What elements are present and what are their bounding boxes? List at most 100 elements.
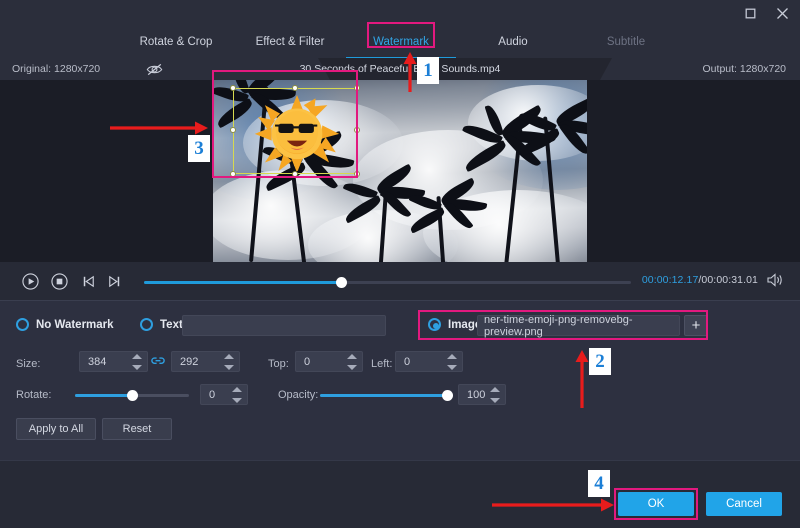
radio-label: No Watermark <box>36 319 114 331</box>
add-image-button[interactable]: + <box>684 315 708 336</box>
tab-label: Effect & Filter <box>256 36 325 48</box>
original-resolution-chip: Original: 1280x720 <box>0 58 330 80</box>
output-resolution-chip: Output: 1280x720 <box>600 58 800 80</box>
cancel-label: Cancel <box>726 498 762 510</box>
next-frame-icon[interactable] <box>106 273 123 290</box>
radio-dot <box>428 318 441 331</box>
close-icon[interactable] <box>772 3 792 23</box>
apply-to-all-button[interactable]: Apply to All <box>16 418 96 440</box>
watermark-image-path-input[interactable]: ner-time-emoji-png-removebg-preview.png <box>477 315 680 336</box>
rotate-slider-fill <box>75 394 132 397</box>
window-controls <box>740 3 792 23</box>
annotation-number-3: 3 <box>188 135 210 162</box>
rotate-label: Rotate: <box>16 389 51 401</box>
tab-watermark[interactable]: Watermark <box>364 26 438 58</box>
top-label: Top: <box>268 358 289 370</box>
top-input[interactable]: 0 <box>295 351 363 372</box>
total-time: 00:00:31.01 <box>701 274 758 286</box>
rotate-slider-handle[interactable] <box>127 390 138 401</box>
watermark-selection-box[interactable] <box>233 88 357 174</box>
left-value: 0 <box>404 356 410 368</box>
seek-bar[interactable] <box>144 281 631 284</box>
rotate-slider[interactable] <box>75 394 189 397</box>
radio-image[interactable]: Image <box>428 318 481 331</box>
original-resolution-label: Original: 1280x720 <box>12 63 100 75</box>
tab-audio[interactable]: Audio <box>482 26 544 58</box>
tab-bar: Rotate & Crop Effect & Filter Watermark … <box>0 26 800 58</box>
plus-icon: + <box>692 317 701 334</box>
size-height-stepper[interactable] <box>224 354 235 370</box>
radio-no-watermark[interactable]: No Watermark <box>16 318 114 331</box>
ok-label: OK <box>648 498 665 510</box>
left-stepper[interactable] <box>447 354 458 370</box>
resize-handle-n[interactable] <box>292 85 298 91</box>
radio-text[interactable]: Text <box>140 318 183 331</box>
maximize-icon[interactable] <box>740 3 760 23</box>
left-input[interactable]: 0 <box>395 351 463 372</box>
stop-icon[interactable] <box>51 273 68 290</box>
reset-button[interactable]: Reset <box>102 418 172 440</box>
rotate-input[interactable]: 0 <box>200 384 248 405</box>
tab-rotate-crop[interactable]: Rotate & Crop <box>130 26 222 58</box>
previous-frame-icon[interactable] <box>80 273 97 290</box>
title-bar <box>0 0 800 26</box>
opacity-slider[interactable] <box>320 394 448 397</box>
size-height-input[interactable]: 292 <box>171 351 240 372</box>
top-value: 0 <box>304 356 310 368</box>
watermark-text-input[interactable] <box>182 315 386 336</box>
resize-handle-sw[interactable] <box>230 171 236 177</box>
volume-icon[interactable] <box>766 272 784 293</box>
reset-label: Reset <box>123 423 152 435</box>
opacity-label: Opacity: <box>278 389 318 401</box>
watermark-image-filename: ner-time-emoji-png-removebg-preview.png <box>484 314 679 338</box>
annotation-arrow-1 <box>402 50 418 92</box>
size-width-stepper[interactable] <box>132 354 143 370</box>
annotation-arrow-4 <box>492 497 616 513</box>
sun-emoji-watermark[interactable] <box>252 95 342 171</box>
opacity-slider-fill <box>320 394 448 397</box>
annotation-number-1: 1 <box>417 57 439 84</box>
output-resolution-label: Output: 1280x720 <box>703 63 786 75</box>
opacity-input[interactable]: 100 <box>458 384 506 405</box>
annotation-number-4: 4 <box>588 470 610 497</box>
resize-handle-ne[interactable] <box>354 85 360 91</box>
radio-label: Text <box>160 319 183 331</box>
rotate-stepper[interactable] <box>232 387 243 403</box>
tab-label: Watermark <box>373 36 429 48</box>
top-stepper[interactable] <box>347 354 358 370</box>
seek-progress <box>144 281 342 284</box>
tab-effect-filter[interactable]: Effect & Filter <box>244 26 336 58</box>
tab-label: Subtitle <box>607 36 645 48</box>
rotate-value: 0 <box>209 389 215 401</box>
info-strip: Original: 1280x720 30 Seconds of Peacefu… <box>0 58 800 80</box>
eye-off-icon[interactable] <box>146 63 163 76</box>
apply-to-all-label: Apply to All <box>29 423 83 435</box>
opacity-stepper[interactable] <box>490 387 501 403</box>
annotation-arrow-2 <box>574 348 590 408</box>
size-label: Size: <box>16 358 40 370</box>
video-preview-area <box>0 80 800 262</box>
resize-handle-s[interactable] <box>292 171 298 177</box>
video-editor-window: Rotate & Crop Effect & Filter Watermark … <box>0 0 800 528</box>
size-height-value: 292 <box>180 356 198 368</box>
opacity-value: 100 <box>467 389 485 401</box>
tab-label: Rotate & Crop <box>140 36 213 48</box>
resize-handle-e[interactable] <box>354 127 360 133</box>
size-width-value: 384 <box>88 356 106 368</box>
current-time: 00:00:12.17 <box>642 274 699 286</box>
tab-subtitle[interactable]: Subtitle <box>592 26 660 58</box>
seek-handle[interactable] <box>336 277 347 288</box>
ok-button[interactable]: OK <box>618 492 694 516</box>
radio-dot <box>16 318 29 331</box>
watermark-settings-panel: No Watermark Text Image ner-time-emoji-p… <box>0 300 800 460</box>
video-frame[interactable] <box>213 80 587 262</box>
resize-handle-nw[interactable] <box>230 85 236 91</box>
size-width-input[interactable]: 384 <box>79 351 148 372</box>
resize-handle-w[interactable] <box>230 127 236 133</box>
tab-label: Audio <box>498 36 527 48</box>
link-icon[interactable] <box>151 354 165 372</box>
play-icon[interactable] <box>22 273 39 290</box>
resize-handle-se[interactable] <box>354 171 360 177</box>
opacity-slider-handle[interactable] <box>442 390 453 401</box>
cancel-button[interactable]: Cancel <box>706 492 782 516</box>
